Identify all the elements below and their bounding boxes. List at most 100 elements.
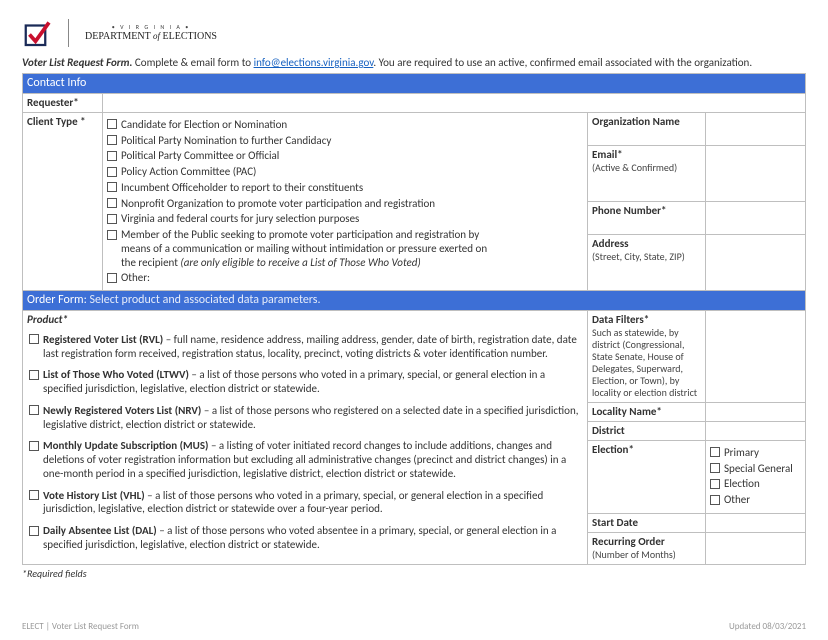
checkbox-icon[interactable] — [29, 334, 39, 344]
checkbox-icon[interactable] — [710, 495, 720, 505]
intro-email-link[interactable]: info@elections.virginia.gov — [254, 56, 374, 69]
checkbox-icon[interactable] — [710, 463, 720, 473]
checkbox-icon[interactable] — [107, 119, 117, 129]
client-type-options: Candidate for Election or Nomination Poli… — [103, 112, 588, 290]
election-text: Election — [724, 477, 801, 491]
header-dept-line: DEPARTMENT of ELECTIONS — [85, 32, 217, 42]
phone-label: Phone Number* — [592, 204, 667, 217]
header-dept-b: ELECTIONS — [163, 31, 217, 42]
client-type-text: Political Party Committee or Official — [121, 149, 583, 163]
client-type-option[interactable]: Policy Action Committee (PAC) — [107, 164, 583, 180]
address-field[interactable] — [706, 235, 806, 291]
product-option[interactable]: Vote History List (VHL) – a list of thos… — [29, 487, 581, 523]
department-name: • V I R G I N I A • DEPARTMENT of ELECTI… — [85, 24, 217, 42]
client-type-option[interactable]: Political Party Committee or Official — [107, 148, 583, 164]
checkbox-icon[interactable] — [107, 135, 117, 145]
header-virginia: • V I R G I N I A • — [85, 24, 217, 30]
page-footer: ELECT | Voter List Request Form Updated … — [22, 621, 806, 632]
product-option[interactable]: Newly Registered Voters List (NRV) – a l… — [29, 402, 581, 438]
recurring-field[interactable] — [706, 532, 806, 564]
email-field[interactable] — [706, 146, 806, 202]
checkbox-icon[interactable] — [107, 167, 117, 177]
product-text: Monthly Update Subscription (MUS) – a li… — [43, 439, 581, 480]
checkbox-icon[interactable] — [107, 198, 117, 208]
order-band: Order Form: Select product and associate… — [23, 291, 806, 311]
client-type-option[interactable]: Political Party Nomination to further Ca… — [107, 133, 583, 149]
checkbox-icon[interactable] — [29, 405, 39, 415]
client-type-text: Policy Action Committee (PAC) — [121, 165, 583, 179]
email-label: Email* — [592, 148, 623, 161]
data-filters-sub: Such as statewide, by district (Congress… — [592, 327, 701, 399]
checkbox-logo-icon — [22, 18, 52, 48]
header-dept-of: of — [153, 31, 160, 41]
data-filters-label: Data Filters* — [592, 313, 649, 326]
election-option[interactable]: Primary — [710, 445, 801, 461]
election-text: Special General — [724, 462, 801, 476]
checkbox-icon[interactable] — [29, 441, 39, 451]
checkbox-icon[interactable] — [107, 214, 117, 224]
checkbox-icon[interactable] — [107, 230, 117, 240]
client-type-option[interactable]: Candidate for Election or Nomination — [107, 117, 583, 133]
intro-post: . You are required to use an active, con… — [373, 56, 752, 69]
org-name-label: Organization Name — [592, 115, 680, 128]
client-type-label: Client Type * — [27, 115, 86, 128]
recurring-label: Recurring Order — [592, 535, 665, 548]
election-text: Other — [724, 493, 801, 507]
header-dept-a: DEPARTMENT — [85, 31, 151, 42]
requester-label: Requester* — [27, 96, 79, 109]
product-text: Daily Absentee List (DAL) – a list of th… — [43, 524, 581, 552]
recurring-sub: (Number of Months) — [592, 549, 701, 562]
client-type-option[interactable]: Virginia and federal courts for jury sel… — [107, 211, 583, 227]
client-type-text: Political Party Nomination to further Ca… — [121, 134, 583, 148]
intro-line: Voter List Request Form. Complete & emai… — [22, 56, 806, 69]
election-option[interactable]: Special General — [710, 461, 801, 477]
start-date-field[interactable] — [706, 513, 806, 532]
phone-field[interactable] — [706, 201, 806, 234]
district-field[interactable] — [706, 421, 806, 440]
product-text: Newly Registered Voters List (NRV) – a l… — [43, 404, 581, 432]
checkbox-icon[interactable] — [29, 370, 39, 380]
intro-pre: Complete & email form to — [132, 56, 253, 69]
footer-left: ELECT | Voter List Request Form — [22, 621, 139, 632]
product-text: Registered Voter List (RVL) – full name,… — [43, 333, 581, 361]
contact-band: Contact Info — [23, 74, 806, 94]
required-note: *Required fields — [22, 567, 806, 580]
address-label: Address — [592, 237, 629, 250]
email-sub: (Active & Confirmed) — [592, 162, 701, 175]
client-type-text: Incumbent Officeholder to report to thei… — [121, 181, 583, 195]
elections-logo — [22, 18, 52, 48]
start-date-label: Start Date — [592, 516, 638, 529]
election-option[interactable]: Election — [710, 476, 801, 492]
product-label: Product* — [27, 313, 68, 326]
data-filters-field[interactable] — [706, 311, 806, 403]
order-band-sub: Select product and associated data param… — [87, 293, 321, 307]
checkbox-icon[interactable] — [107, 182, 117, 192]
order-band-title: Order Form: — [27, 293, 87, 307]
requester-field[interactable] — [103, 94, 806, 113]
checkbox-icon[interactable] — [710, 479, 720, 489]
header-divider — [68, 19, 69, 47]
checkbox-icon[interactable] — [29, 490, 39, 500]
client-type-text: Candidate for Election or Nomination — [121, 118, 583, 132]
product-option[interactable]: Daily Absentee List (DAL) – a list of th… — [29, 522, 581, 558]
locality-label: Locality Name* — [592, 405, 662, 418]
product-option[interactable]: Monthly Update Subscription (MUS) – a li… — [29, 437, 581, 486]
form-title: Voter List Request Form. — [22, 56, 132, 69]
client-type-option-other[interactable]: Other: — [107, 270, 583, 286]
checkbox-icon[interactable] — [29, 526, 39, 536]
election-label: Election* — [592, 443, 634, 456]
checkbox-icon[interactable] — [710, 447, 720, 457]
address-sub: (Street, City, State, ZIP) — [592, 251, 701, 264]
org-name-field[interactable] — [706, 112, 806, 145]
client-type-option[interactable]: Nonprofit Organization to promote voter … — [107, 196, 583, 212]
product-text: Vote History List (VHL) – a list of thos… — [43, 489, 581, 517]
product-option[interactable]: Registered Voter List (RVL) – full name,… — [29, 331, 581, 367]
checkbox-icon[interactable] — [107, 151, 117, 161]
locality-field[interactable] — [706, 402, 806, 421]
checkbox-icon[interactable] — [107, 273, 117, 283]
form-table: Contact Info Requester* Client Type * Ca… — [22, 73, 806, 565]
client-type-option[interactable]: Incumbent Officeholder to report to thei… — [107, 180, 583, 196]
client-type-option-member[interactable]: Member of the Public seeking to promote … — [107, 227, 583, 270]
election-option[interactable]: Other — [710, 492, 801, 508]
product-option[interactable]: List of Those Who Voted (LTWV) – a list … — [29, 366, 581, 402]
